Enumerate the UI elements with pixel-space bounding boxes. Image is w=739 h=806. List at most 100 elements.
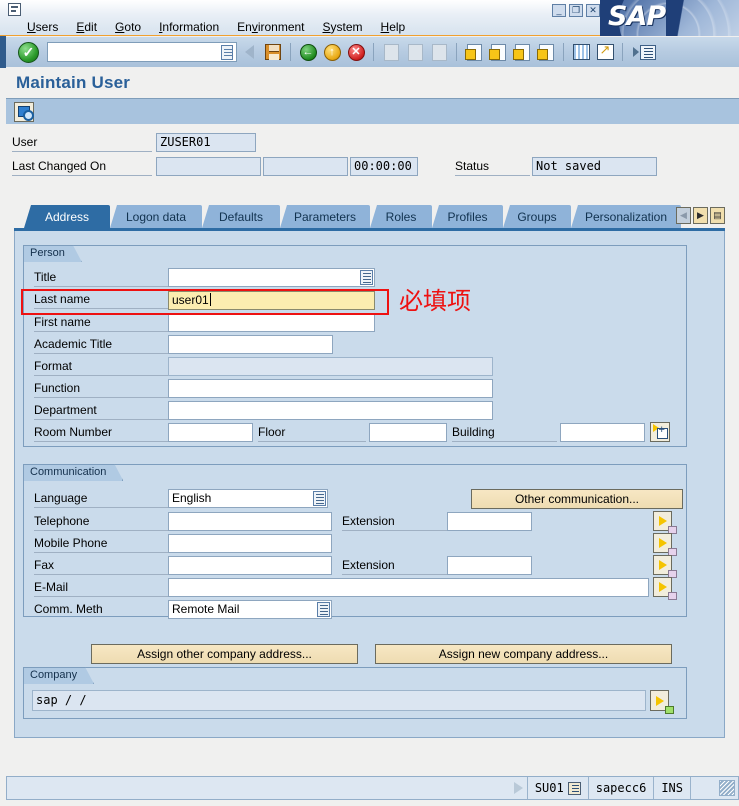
cancel-red-icon[interactable]: ✕ <box>345 41 367 63</box>
previous-page-icon[interactable] <box>487 41 509 63</box>
tab-defaults[interactable]: Defaults <box>202 205 280 228</box>
email-label: E-Mail <box>34 579 169 597</box>
tab-scroll-left-icon[interactable]: ◀ <box>676 207 691 224</box>
status-expand-icon[interactable] <box>513 782 523 794</box>
last-name-label: Last name <box>34 291 169 309</box>
menu-bar: UUserssers Edit Goto Information Environ… <box>0 18 600 36</box>
tab-groups[interactable]: Groups <box>503 205 571 228</box>
close-button[interactable]: ✕ <box>586 4 600 17</box>
save-icon[interactable] <box>262 41 284 63</box>
telephone-extension-input[interactable] <box>447 512 532 531</box>
sap-logo-text: SAP <box>608 1 666 32</box>
last-page-icon[interactable] <box>535 41 557 63</box>
person-group-title: Person <box>23 245 82 262</box>
tab-parameters[interactable]: Parameters <box>280 205 370 228</box>
last-changed-by[interactable] <box>263 157 348 176</box>
status-message <box>7 778 514 798</box>
minimize-button[interactable]: _ <box>552 4 566 17</box>
menu-edit[interactable]: Edit <box>67 19 106 36</box>
menu-goto[interactable]: Goto <box>106 19 150 36</box>
fax-extension-input[interactable] <box>447 556 532 575</box>
tab-logon-data[interactable]: Logon data <box>110 205 202 228</box>
comm-method-dropdown-icon[interactable] <box>317 602 330 617</box>
language-dropdown-icon[interactable] <box>313 491 326 506</box>
function-input[interactable] <box>168 379 493 398</box>
find-next-icon[interactable] <box>428 41 450 63</box>
floor-input[interactable] <box>369 423 447 442</box>
building-label: Building <box>452 424 557 442</box>
other-communication-button[interactable]: Other communication... <box>471 489 683 509</box>
window-controls: _ ❐ ✕ <box>552 4 600 17</box>
telephone-detail-button[interactable] <box>653 511 677 534</box>
create-shortcut-icon[interactable] <box>594 41 616 63</box>
status-bar: SU01 sapecc6 INS <box>6 776 739 800</box>
status-menu-icon[interactable] <box>567 781 581 795</box>
fax-label: Fax <box>34 557 169 575</box>
assign-new-company-address-button[interactable]: Assign new company address... <box>375 644 672 664</box>
language-input[interactable]: English <box>168 489 328 508</box>
tab-personalization[interactable]: Personalization <box>571 205 681 228</box>
menu-system[interactable]: System <box>314 19 372 36</box>
status-transaction[interactable]: SU01 <box>526 777 588 799</box>
system-menu-icon[interactable] <box>8 3 21 16</box>
menu-information[interactable]: Information <box>150 19 228 36</box>
next-page-icon[interactable] <box>511 41 533 63</box>
language-label: Language <box>34 490 169 508</box>
address-tab-panel: Person Title Last name user01 First name… <box>14 231 725 738</box>
tab-navigation: ◀ ▶ ▤ <box>676 207 725 224</box>
tab-list-icon[interactable]: ▤ <box>710 207 725 224</box>
last-changed-time[interactable]: 00:00:00 <box>350 157 418 176</box>
back-green-icon[interactable]: ← <box>297 41 319 63</box>
status-insert-mode[interactable]: INS <box>653 777 690 799</box>
tab-scroll-right-icon[interactable]: ▶ <box>693 207 708 224</box>
sap-gui-window: _ ❐ ✕ SAP UUserssers Edit Goto Informati… <box>0 0 739 806</box>
department-input[interactable] <box>168 401 493 420</box>
command-history-icon[interactable] <box>221 45 233 60</box>
find-icon[interactable] <box>404 41 426 63</box>
fax-detail-button[interactable] <box>653 555 677 578</box>
exit-yellow-icon[interactable]: ↑ <box>321 41 343 63</box>
user-value[interactable]: ZUSER01 <box>156 133 256 152</box>
back-arrow-icon[interactable] <box>238 41 260 63</box>
email-detail-button[interactable] <box>653 577 677 600</box>
maximize-button[interactable]: ❐ <box>569 4 583 17</box>
menu-users[interactable]: UUserssers <box>18 19 67 36</box>
required-field-annotation-text: 必填项 <box>399 287 471 315</box>
tab-profiles[interactable]: Profiles <box>432 205 503 228</box>
building-input[interactable] <box>560 423 645 442</box>
fax-input[interactable] <box>168 556 332 575</box>
company-detail-button[interactable] <box>650 690 674 714</box>
status-system[interactable]: sapecc6 <box>587 777 654 799</box>
measurement-data-icon[interactable] <box>14 101 34 122</box>
resize-grip[interactable] <box>719 780 735 796</box>
email-input[interactable] <box>168 578 649 597</box>
menu-help[interactable]: Help <box>372 19 415 36</box>
title-dropdown-icon[interactable] <box>360 270 373 285</box>
title-input[interactable] <box>168 268 375 287</box>
page-title-bar: Maintain User <box>6 68 739 98</box>
mobile-phone-detail-button[interactable] <box>653 533 677 556</box>
tab-address[interactable]: Address <box>24 205 110 228</box>
first-page-icon[interactable] <box>463 41 485 63</box>
assign-other-company-address-button[interactable]: Assign other company address... <box>91 644 358 664</box>
command-field[interactable] <box>47 42 237 62</box>
menu-environment[interactable]: Environment <box>228 19 313 36</box>
new-session-icon[interactable] <box>570 41 592 63</box>
mobile-phone-input[interactable] <box>168 534 332 553</box>
room-number-input[interactable] <box>168 423 253 442</box>
first-name-input[interactable] <box>168 313 375 332</box>
first-name-label: First name <box>34 314 169 332</box>
address-details-button[interactable] <box>650 422 670 442</box>
enter-button[interactable]: ✓ <box>18 41 39 63</box>
title-label: Title <box>34 269 169 287</box>
telephone-input[interactable] <box>168 512 332 531</box>
comm-method-input[interactable]: Remote Mail <box>168 600 332 619</box>
print-icon[interactable] <box>380 41 402 63</box>
last-changed-date[interactable] <box>156 157 261 176</box>
command-input[interactable] <box>51 44 216 60</box>
company-input[interactable]: sap / / <box>32 690 646 711</box>
tab-roles[interactable]: Roles <box>370 205 432 228</box>
academic-title-input[interactable] <box>168 335 333 354</box>
last-name-input[interactable]: user01 <box>168 291 375 310</box>
customize-layout-icon[interactable] <box>629 41 659 63</box>
